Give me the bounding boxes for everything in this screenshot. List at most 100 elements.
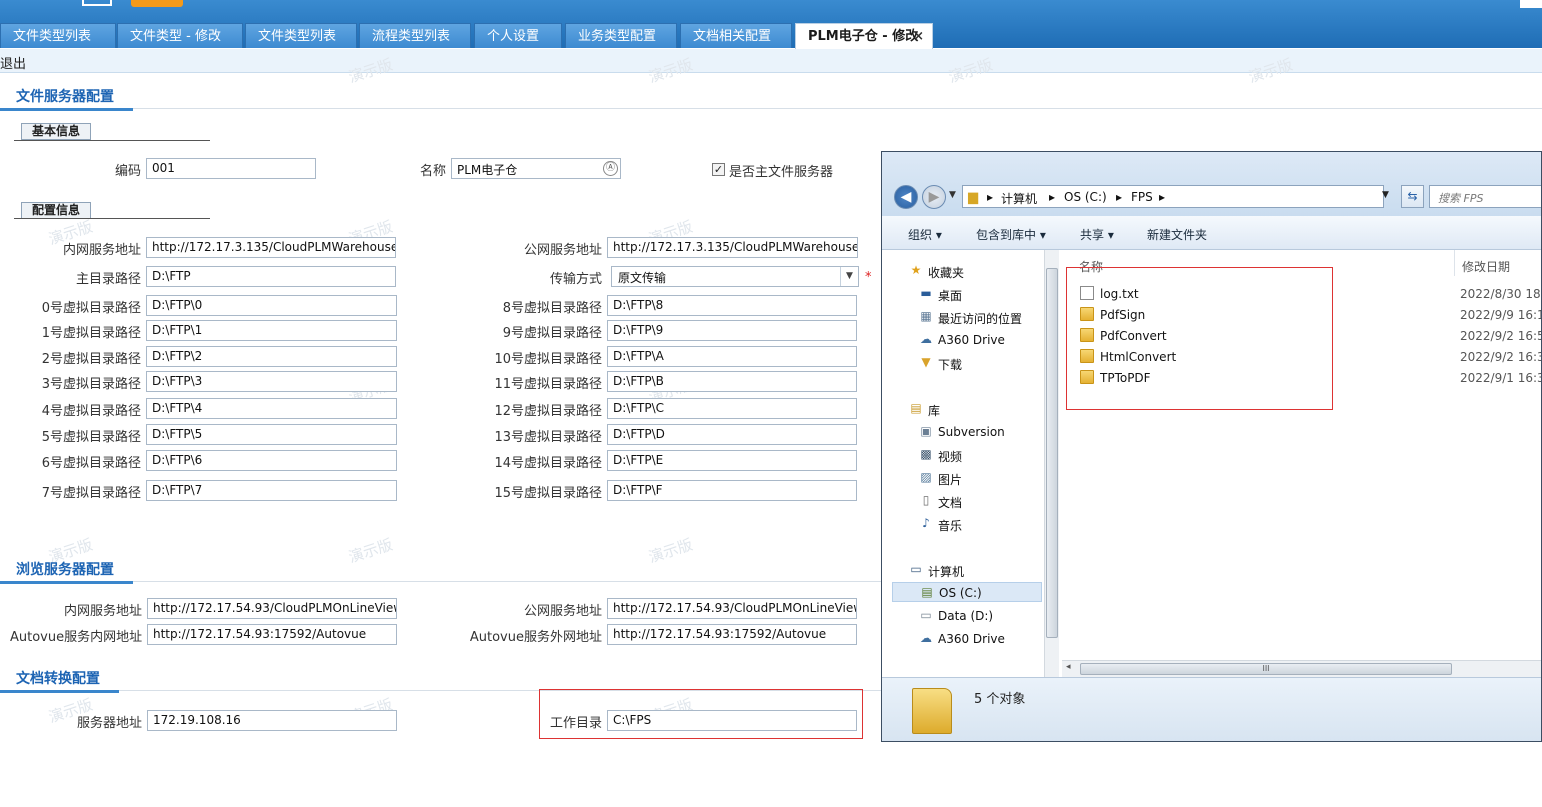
clear-icon[interactable]: Ⓐ <box>603 161 618 176</box>
tab-file-type-list-2[interactable]: 文件类型列表 <box>245 23 357 48</box>
vpath-0-input[interactable]: D:\FTP\0 <box>146 295 397 316</box>
include-in-library-button[interactable]: 包含到库中 ▾ <box>976 226 1046 243</box>
watermark: 演示版 <box>646 535 695 567</box>
crumb-separator-icon: ▸ <box>987 190 994 204</box>
wan-address-input[interactable]: http://172.17.3.135/CloudPLMWarehouse <box>607 237 858 258</box>
history-dropdown-icon[interactable]: ▼ <box>949 190 956 200</box>
autovue-lan-input[interactable]: http://172.17.54.93:17592/Autovue <box>147 624 397 645</box>
preview-wan-input[interactable]: http://172.17.54.93/CloudPLMOnLineView <box>607 598 857 619</box>
code-input[interactable]: 001 <box>146 158 316 179</box>
column-header-date[interactable]: 修改日期 <box>1462 258 1510 275</box>
vpath-14-input[interactable]: D:\FTP\E <box>607 450 857 471</box>
action-toolbar: 退出 <box>0 49 1542 73</box>
new-folder-button[interactable]: 新建文件夹 <box>1147 226 1207 243</box>
label-vpath-0: 0号虚拟目录路径 <box>41 301 141 316</box>
vpath-12-input[interactable]: D:\FTP\C <box>607 398 857 419</box>
required-marker: * <box>865 270 872 285</box>
lan-address-input[interactable]: http://172.17.3.135/CloudPLMWarehouse <box>146 237 396 258</box>
highlight-box-files <box>1066 267 1333 410</box>
vpath-5-input[interactable]: D:\FTP\5 <box>146 424 397 445</box>
exit-button[interactable]: 退出 <box>0 53 26 72</box>
vpath-15-input[interactable]: D:\FTP\F <box>607 480 857 501</box>
star-icon: ★ <box>910 263 922 277</box>
vpath-3-input[interactable]: D:\FTP\3 <box>146 371 397 392</box>
label-workdir: 工作目录 <box>549 716 602 731</box>
label-preview-wan: 公网服务地址 <box>523 604 602 619</box>
preview-lan-input[interactable]: http://172.17.54.93/CloudPLMOnLineView <box>147 598 397 619</box>
transfer-mode-select[interactable]: 原文传输 ▼ <box>611 266 859 287</box>
address-dropdown-icon[interactable]: ▼ <box>1382 190 1389 200</box>
navigation-pane: ★ 收藏夹 ▬ 桌面 ▦ 最近访问的位置 ☁ A360 Drive ▼ 下载 ▤ 库 ▣ Su… <box>890 250 1062 677</box>
tab-document-config[interactable]: 文档相关配置 <box>680 23 792 48</box>
label-vpath-10: 10号虚拟目录路径 <box>494 352 602 367</box>
recent-places-icon: ▦ <box>920 309 932 323</box>
tab-file-type-list[interactable]: 文件类型列表 <box>0 23 116 48</box>
main-server-checkbox[interactable]: ✓ <box>712 163 725 176</box>
address-box[interactable]: ▆ ▸ 计算机 ▸ OS (C:) ▸ FPS ▸ <box>962 185 1384 208</box>
vpath-11-input[interactable]: D:\FTP\B <box>607 371 857 392</box>
label-vpath-1: 1号虚拟目录路径 <box>41 326 141 341</box>
label-root-path: 主目录路径 <box>75 272 141 287</box>
vpath-1-input[interactable]: D:\FTP\1 <box>146 320 397 341</box>
label-transfer-mode: 传输方式 <box>549 272 602 287</box>
workdir-input[interactable]: C:\FPS <box>607 710 857 731</box>
back-arrow-icon[interactable]: ◀ <box>894 185 918 209</box>
vpath-13-input[interactable]: D:\FTP\D <box>607 424 857 445</box>
refresh-icon[interactable]: ⇆ <box>1401 185 1424 208</box>
video-icon: ▩ <box>920 447 932 461</box>
vpath-9-input[interactable]: D:\FTP\9 <box>607 320 857 341</box>
forward-arrow-icon[interactable]: ▶ <box>922 185 946 209</box>
section-title-preview-server: 浏览服务器配置 <box>0 559 133 584</box>
vpath-4-input[interactable]: D:\FTP\4 <box>146 398 397 419</box>
vpath-10-input[interactable]: D:\FTP\A <box>607 346 857 367</box>
crumb-os-c[interactable]: OS (C:) <box>1064 190 1107 204</box>
tab-personal-settings[interactable]: 个人设置 <box>474 23 562 48</box>
horizontal-scrollbar[interactable]: ◂ III <box>1062 660 1541 677</box>
vpath-8-input[interactable]: D:\FTP\8 <box>607 295 857 316</box>
library-icon: ▤ <box>910 401 922 415</box>
label-wan-address: 公网服务地址 <box>523 243 602 258</box>
tab-flow-type-list[interactable]: 流程类型列表 <box>359 23 471 48</box>
name-input[interactable]: PLM电子仓 <box>451 158 621 179</box>
vpath-6-input[interactable]: D:\FTP\6 <box>146 450 397 471</box>
subversion-icon: ▣ <box>920 424 932 438</box>
document-icon: ▯ <box>922 493 930 507</box>
share-button[interactable]: 共享 ▾ <box>1080 226 1114 243</box>
search-input[interactable]: 搜索 FPS <box>1429 185 1541 208</box>
label-vpath-6: 6号虚拟目录路径 <box>41 456 141 471</box>
tab-plm-warehouse-edit[interactable]: PLM电子仓 - 修改 × <box>795 23 933 49</box>
download-folder-icon: ▼ <box>921 355 931 369</box>
music-icon: ♪ <box>922 516 930 530</box>
autovue-wan-input[interactable]: http://172.17.54.93:17592/Autovue <box>607 624 857 645</box>
vpath-7-input[interactable]: D:\FTP\7 <box>146 480 397 501</box>
tab-file-type-edit[interactable]: 文件类型 - 修改 <box>117 23 243 48</box>
chevron-down-icon[interactable]: ▼ <box>840 267 858 286</box>
label-vpath-8: 8号虚拟目录路径 <box>502 301 602 316</box>
root-path-input[interactable]: D:\FTP <box>146 266 396 287</box>
scroll-thumb[interactable]: III <box>1080 663 1452 675</box>
top-orange-button[interactable] <box>131 0 183 7</box>
label-vpath-7: 7号虚拟目录路径 <box>41 486 141 501</box>
vpath-2-input[interactable]: D:\FTP\2 <box>146 346 397 367</box>
scroll-thumb[interactable] <box>1046 268 1058 638</box>
explorer-window: ◀ ▶ ▼ ▆ ▸ 计算机 ▸ OS (C:) ▸ FPS ▸ ▼ ⇆ 搜索 F… <box>881 151 1542 742</box>
subsection-title-basic: 基本信息 <box>21 123 92 140</box>
crumb-separator-icon: ▸ <box>1116 190 1123 204</box>
label-convert-server: 服务器地址 <box>76 716 142 731</box>
column-divider <box>1454 250 1455 276</box>
close-tab-icon[interactable]: × <box>913 24 924 49</box>
crumb-computer[interactable]: 计算机 <box>1001 190 1037 207</box>
crumb-fps[interactable]: FPS <box>1131 190 1153 204</box>
cloud-drive-icon: ☁ <box>920 332 932 346</box>
logo-box <box>82 0 112 6</box>
top-right-button[interactable] <box>1520 0 1542 8</box>
label-vpath-2: 2号虚拟目录路径 <box>41 352 141 367</box>
label-vpath-11: 11号虚拟目录路径 <box>494 377 602 392</box>
label-code: 编码 <box>114 164 141 179</box>
vertical-scrollbar[interactable] <box>1044 250 1059 677</box>
tab-business-type-config[interactable]: 业务类型配置 <box>565 23 677 48</box>
nav-os-c[interactable]: ▤ OS (C:) <box>892 582 1042 602</box>
convert-server-input[interactable]: 172.19.108.16 <box>147 710 397 731</box>
scroll-left-arrow-icon[interactable]: ◂ <box>1066 662 1071 672</box>
organize-button[interactable]: 组织 ▾ <box>908 226 942 243</box>
